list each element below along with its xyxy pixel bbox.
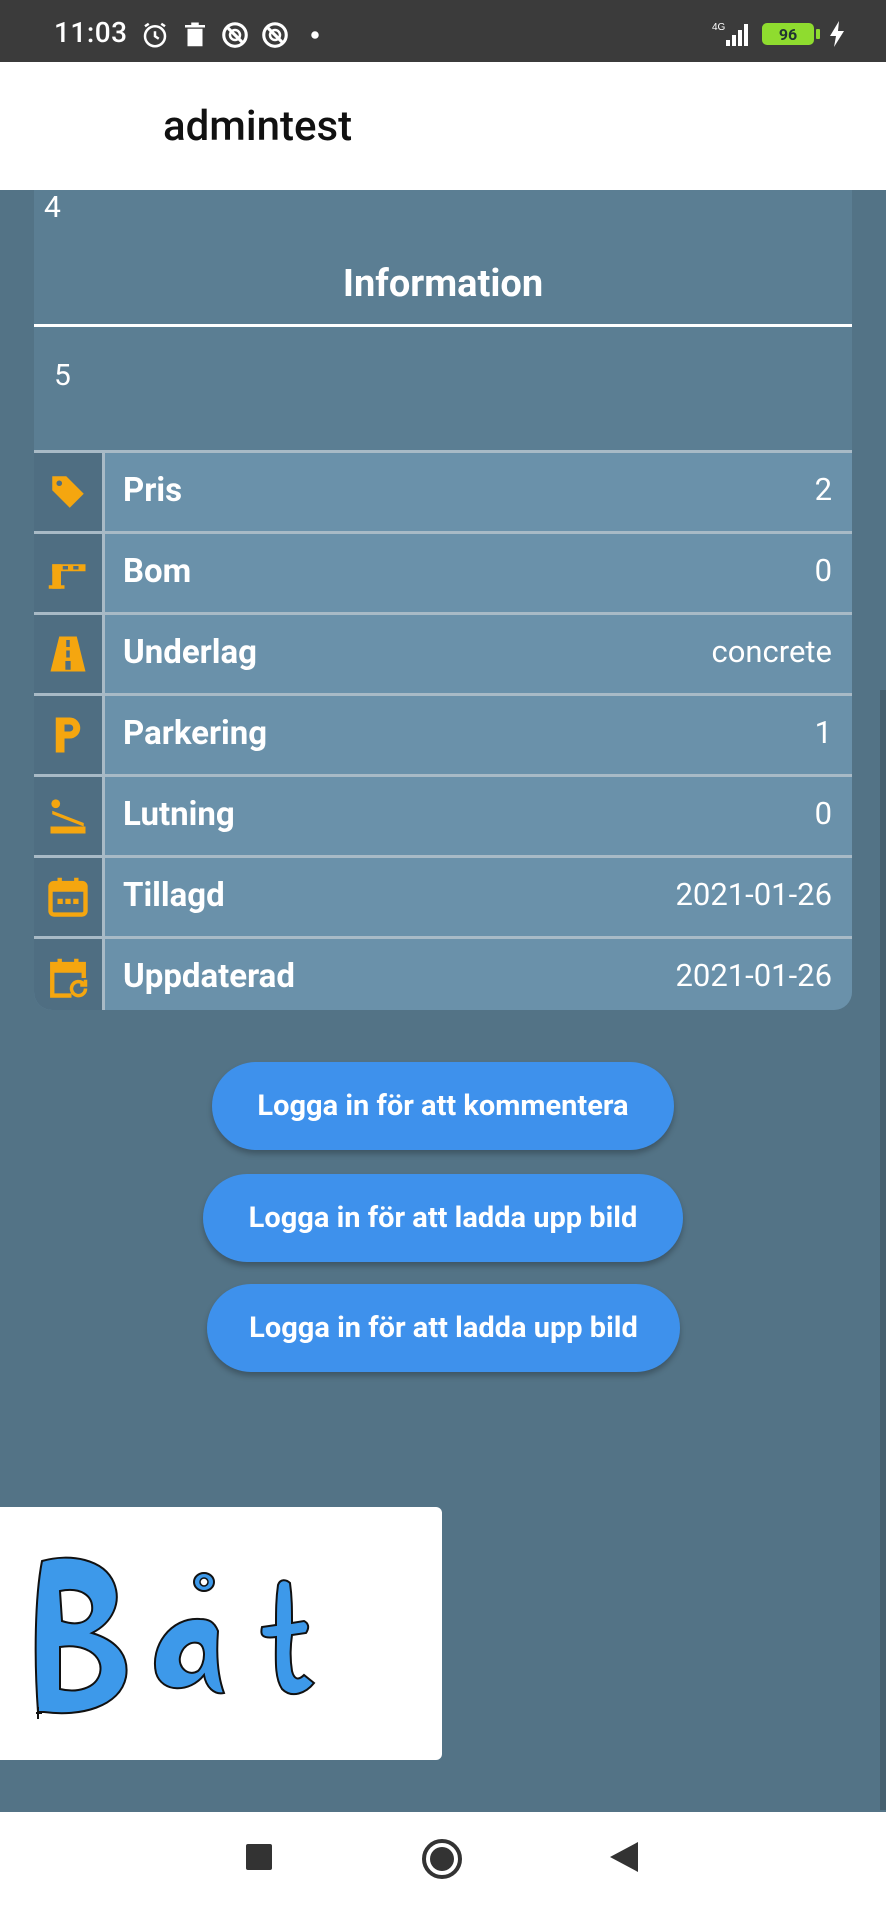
page-title: admintest — [163, 102, 353, 151]
row-pris: Pris 2 — [34, 450, 852, 531]
recents-square-icon[interactable] — [244, 1842, 274, 1872]
login-to-upload-image-button[interactable]: Logga in för att ladda upp bild — [203, 1174, 683, 1262]
scrollbar[interactable] — [880, 690, 886, 1810]
row-label: Lutning — [123, 795, 235, 834]
row-label: Uppdaterad — [123, 957, 295, 996]
card-number-top: 4 — [44, 190, 61, 225]
row-parkering: Parkering 1 — [34, 693, 852, 774]
barrier-icon — [48, 564, 86, 589]
login-to-upload-image-button-2[interactable]: Logga in för att ladda upp bild — [207, 1284, 680, 1372]
calendar-refresh-icon — [50, 958, 88, 998]
calendar-icon — [48, 877, 88, 917]
blocked-icon — [222, 22, 248, 48]
slope-icon — [50, 799, 86, 834]
row-value: 0 — [814, 552, 832, 589]
info-card: 4 Information 5 Pris 2 Bom 0 Underlag co… — [34, 190, 852, 1010]
svg-text:4G: 4G — [712, 22, 726, 33]
row-label: Parkering — [123, 714, 268, 753]
back-triangle-icon[interactable] — [608, 1840, 640, 1874]
row-value: 2021-01-26 — [675, 876, 832, 913]
road-icon — [50, 636, 86, 672]
row-lutning: Lutning 0 — [34, 774, 852, 855]
row-value: 0 — [814, 795, 832, 832]
price-tag-icon — [52, 476, 84, 508]
login-to-comment-button[interactable]: Logga in för att kommentera — [212, 1062, 674, 1150]
home-circle-icon[interactable] — [420, 1837, 464, 1881]
row-label: Tillagd — [123, 876, 225, 915]
row-uppdaterad: Uppdaterad 2021-01-26 — [34, 936, 852, 1010]
status-bar: 11:03 4G 96 — [0, 0, 886, 62]
signal-icon: 4G — [712, 22, 748, 46]
row-label: Bom — [123, 552, 192, 591]
app-bar: admintest — [0, 62, 886, 190]
dot-icon — [311, 31, 319, 39]
alarm-icon — [143, 22, 167, 48]
status-right: 4G 96 — [708, 20, 846, 48]
row-value: 1 — [814, 714, 832, 751]
trash-icon — [185, 22, 205, 47]
row-label: Pris — [123, 471, 183, 510]
charging-icon — [830, 21, 844, 47]
divider — [34, 324, 852, 327]
parking-icon — [55, 717, 81, 753]
row-value: 2 — [814, 471, 832, 508]
row-value: concrete — [711, 633, 833, 670]
card-heading: Information — [342, 262, 544, 306]
drawing-image — [0, 1507, 442, 1760]
row-bom: Bom 0 — [34, 531, 852, 612]
card-number-mid: 5 — [54, 358, 71, 393]
status-time: 11:03 — [54, 16, 128, 49]
row-underlag: Underlag concrete — [34, 612, 852, 693]
notification-icons — [140, 20, 330, 50]
blocked-icon-2 — [262, 22, 288, 48]
row-value: 2021-01-26 — [675, 957, 832, 994]
handwritten-drawing — [34, 1556, 316, 1719]
info-table: Pris 2 Bom 0 Underlag concrete Parkering… — [34, 450, 852, 1010]
system-nav-bar — [0, 1812, 886, 1920]
row-tillagd: Tillagd 2021-01-26 — [34, 855, 852, 936]
battery-icon: 96 — [762, 23, 820, 45]
row-label: Underlag — [123, 633, 257, 672]
